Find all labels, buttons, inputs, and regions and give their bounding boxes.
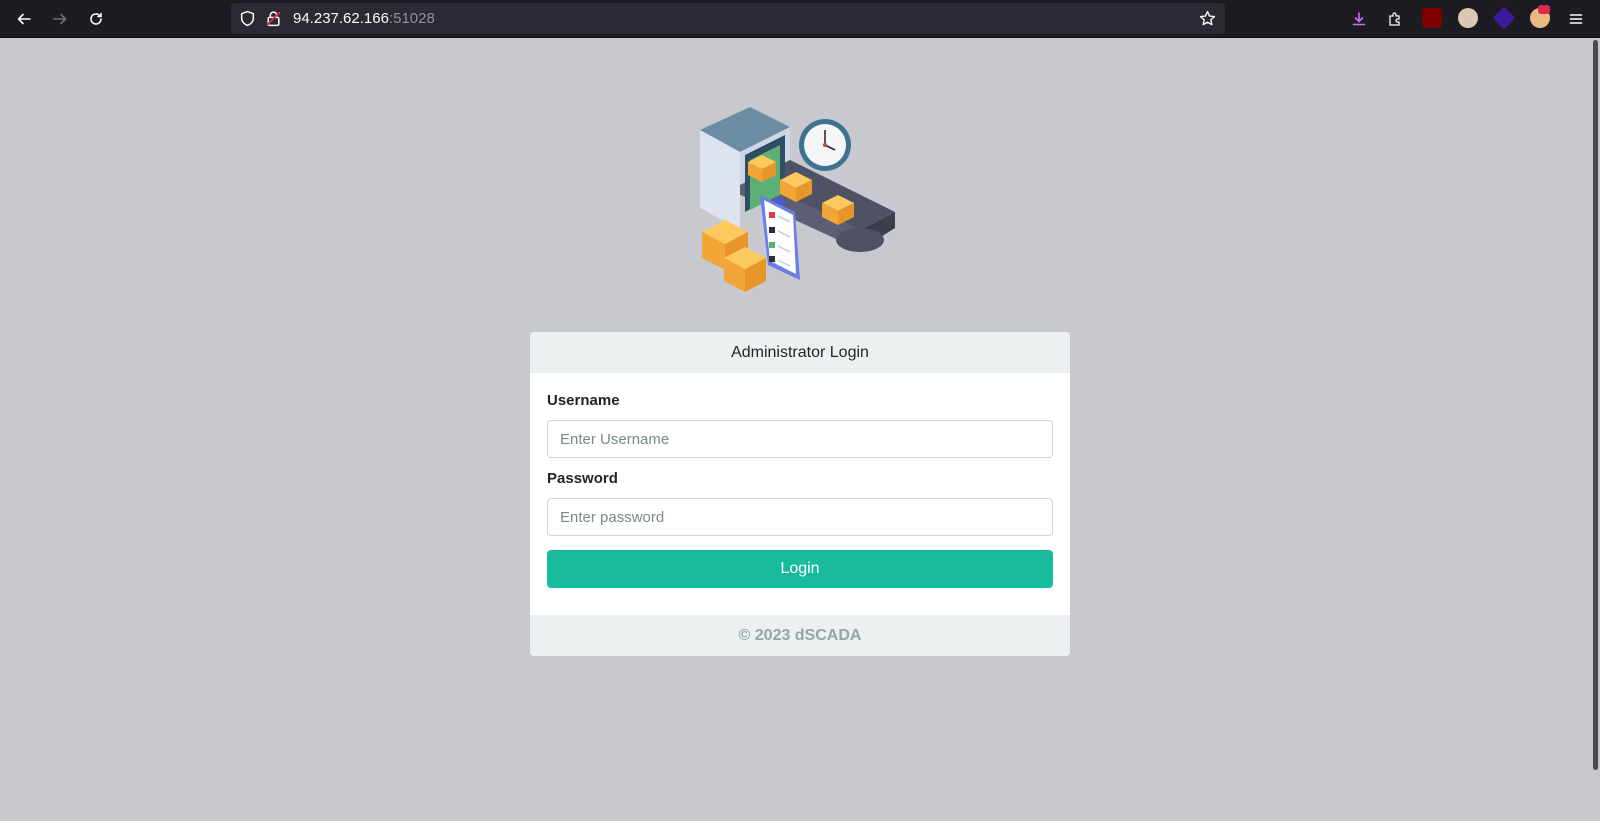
login-form: Username Password Login <box>530 373 1070 615</box>
extension-diamond-icon[interactable] <box>1492 6 1516 30</box>
login-card-title: Administrator Login <box>530 332 1070 373</box>
url-text[interactable]: 94.237.62.166:51028 <box>293 10 435 27</box>
downloads-icon[interactable] <box>1345 5 1373 33</box>
reload-icon[interactable] <box>82 5 110 33</box>
browser-toolbar: 94.237.62.166:51028 <box>0 0 1600 38</box>
tracking-protection-shield-icon[interactable] <box>239 10 256 27</box>
address-bar[interactable]: 94.237.62.166:51028 <box>231 3 1225 34</box>
username-label: Username <box>547 392 620 409</box>
login-card: Administrator Login Username Password Lo… <box>530 332 1070 656</box>
url-host: 94.237.62.166 <box>293 10 389 27</box>
login-button[interactable]: Login <box>547 550 1053 588</box>
extensions-puzzle-icon[interactable] <box>1381 5 1409 33</box>
extension-badge <box>1538 5 1550 14</box>
extension-face-icon[interactable] <box>1458 8 1478 28</box>
forward-arrow-icon[interactable] <box>46 5 74 33</box>
warehouse-conveyor-illustration <box>700 107 895 292</box>
bookmark-star-icon[interactable] <box>1199 10 1216 27</box>
username-input[interactable] <box>547 420 1053 458</box>
back-arrow-icon[interactable] <box>10 5 38 33</box>
copyright-footer: © 2023 dSCADA <box>530 615 1070 656</box>
ublock-extension-icon[interactable] <box>1422 8 1442 28</box>
url-port: :51028 <box>388 10 435 27</box>
password-label: Password <box>547 470 618 487</box>
scrollbar-thumb[interactable] <box>1593 40 1598 770</box>
hamburger-menu-icon[interactable] <box>1562 5 1590 33</box>
password-input[interactable] <box>547 498 1053 536</box>
insecure-lock-icon[interactable] <box>265 10 282 27</box>
